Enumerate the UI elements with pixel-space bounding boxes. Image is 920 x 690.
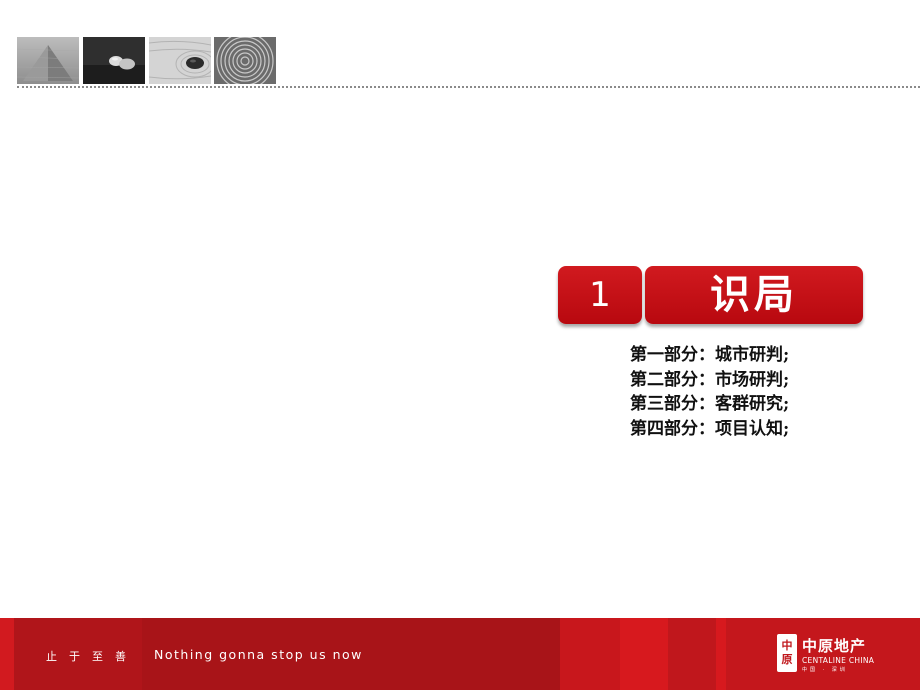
section-list: 第一部分：城市研判; 第二部分：市场研判; 第三部分：客群研究; 第四部分：项目… bbox=[630, 343, 789, 441]
chapter-number: 1 bbox=[558, 266, 642, 324]
section-item: 第三部分：客群研究; bbox=[630, 394, 790, 414]
section-item: 第一部分：城市研判; bbox=[630, 345, 790, 365]
footer-stripe bbox=[716, 618, 726, 690]
footer-stripe bbox=[668, 618, 716, 690]
logo-subtitle: 中国 · 深圳 bbox=[802, 667, 848, 673]
section-item: 第二部分：市场研判; bbox=[630, 369, 790, 390]
footer-stripe bbox=[560, 618, 620, 690]
chapter-title: 识局 bbox=[645, 266, 863, 324]
logo-mark-bottom: 原 bbox=[781, 653, 793, 666]
logo-mark-icon: 中 原 bbox=[777, 634, 797, 672]
header-dotted-divider bbox=[17, 86, 920, 88]
footer-stripe bbox=[620, 618, 668, 690]
raked-sand-stone-image bbox=[149, 37, 211, 84]
section-item: 第四部分：项目认知; bbox=[630, 418, 790, 439]
logo-mark-top: 中 bbox=[781, 639, 793, 652]
footer-band: 止于至善 Nothing gonna stop us now 中 原 中原地产 … bbox=[0, 618, 920, 690]
slogan-english: Nothing gonna stop us now bbox=[154, 647, 363, 662]
logo-name-en: CENTALINE CHINA bbox=[802, 656, 875, 665]
centaline-logo: 中 原 中原地产 CENTALINE CHINA 中国 · 深圳 bbox=[777, 634, 897, 676]
tree-rings-image bbox=[214, 37, 276, 84]
slogan-chinese: 止于至善 bbox=[46, 650, 138, 663]
footer-stripe bbox=[0, 618, 14, 690]
logo-name-cn: 中原地产 bbox=[802, 637, 867, 655]
sand-pyramid-image bbox=[17, 37, 79, 84]
pebbles-image bbox=[83, 37, 145, 84]
